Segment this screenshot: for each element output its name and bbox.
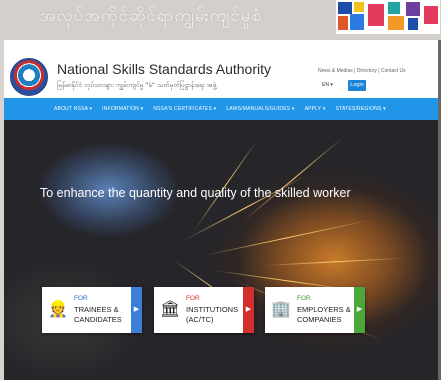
card-for-label: FOR	[297, 295, 311, 302]
chevron-right-icon[interactable]: ▶	[131, 287, 142, 333]
utility-links[interactable]: News & Medias | Directory | Contact Us	[318, 68, 406, 74]
hero-banner: To enhance the quantity and quality of t…	[4, 120, 438, 380]
website-page: National Skills Standards Authority မြန်…	[4, 40, 438, 380]
login-button[interactable]: Login	[348, 80, 366, 91]
nav-certificates[interactable]: NSSA'S CERTIFICATES ▾	[153, 106, 216, 112]
site-title[interactable]: National Skills Standards Authority	[57, 61, 271, 77]
card-label: TRAINEES & CANDIDATES	[74, 305, 122, 324]
nssa-logo[interactable]	[10, 58, 48, 96]
worker-icon: 👷	[48, 301, 68, 318]
card-for-label: FOR	[186, 295, 200, 302]
chevron-right-icon[interactable]: ▶	[354, 287, 365, 333]
spark	[203, 219, 371, 256]
spark	[243, 136, 344, 221]
nav-apply[interactable]: APPLY ▾	[305, 106, 326, 112]
spark	[183, 174, 308, 241]
site-header: National Skills Standards Authority မြန်…	[4, 40, 438, 98]
hero-tagline: To enhance the quantity and quality of t…	[40, 186, 351, 200]
card-institutions[interactable]: 🏛 FOR INSTITUTIONS (AC/TC) ▶	[154, 287, 254, 333]
nav-information[interactable]: INFORMATION ▾	[102, 106, 143, 112]
nav-about[interactable]: ABOUT NSSA ▾	[54, 106, 92, 112]
outer-banner: အလုပ်အကိုင်ဆိုင်ရာကျွမ်းကျင်မှုစံ	[0, 0, 441, 40]
nav-laws[interactable]: LAWS/MANUALS/GUIDES ▾	[226, 106, 294, 112]
institution-icon: 🏛	[160, 301, 181, 318]
chevron-right-icon[interactable]: ▶	[243, 287, 254, 333]
card-trainees[interactable]: 👷 FOR TRAINEES & CANDIDATES ▶	[42, 287, 142, 333]
outer-myanmar-title: အလုပ်အကိုင်ဆိုင်ရာကျွမ်းကျင်မှုစံ	[40, 6, 262, 26]
card-label: INSTITUTIONS (AC/TC)	[186, 305, 239, 324]
card-for-label: FOR	[74, 295, 88, 302]
language-select[interactable]: EN ▾	[322, 82, 333, 88]
main-nav: ABOUT NSSA ▾ INFORMATION ▾ NSSA'S CERTIF…	[4, 98, 438, 120]
company-icon: 🏢	[271, 301, 291, 318]
card-label: EMPLOYERS & COMPANIES	[297, 305, 351, 324]
spark	[263, 257, 404, 266]
partner-logo	[336, 0, 440, 34]
nav-states[interactable]: STATES/REGIONS ▾	[336, 106, 386, 112]
card-employers[interactable]: 🏢 FOR EMPLOYERS & COMPANIES ▶	[265, 287, 365, 333]
site-subtitle: မြန်မာနိုင်ငံ လုပ်သားများ ကျွမ်းကျင်မှု …	[57, 81, 217, 89]
